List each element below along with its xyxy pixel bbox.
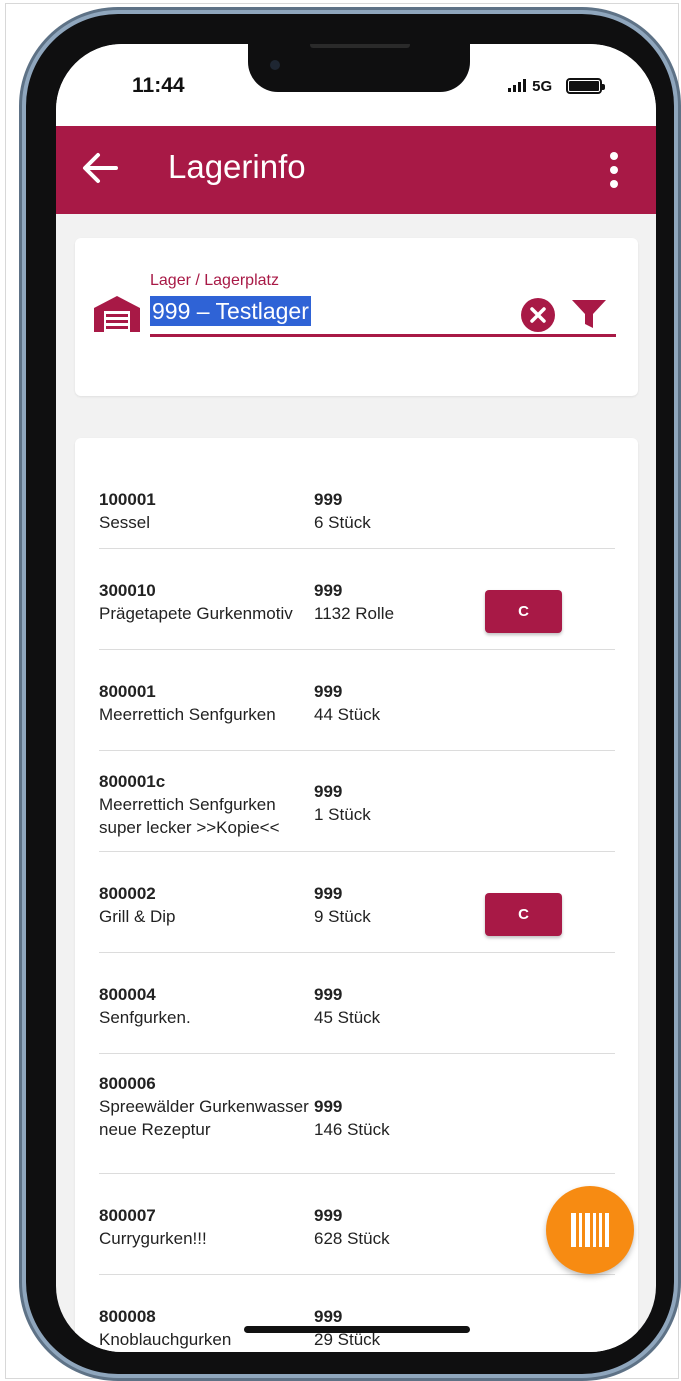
input-underline (150, 334, 616, 337)
storage-location: 999 (314, 884, 343, 903)
storage-location: 999 (314, 581, 343, 600)
stock-info: 999 146 Stück (314, 1095, 464, 1141)
item-info: 800001 Meerrettich Senfgurken (99, 680, 309, 726)
arrow-left-icon[interactable] (78, 146, 122, 190)
item-number: 800004 (99, 985, 156, 1004)
stock-info: 999 45 Stück (314, 983, 464, 1029)
warehouse-icon (94, 296, 140, 332)
stock-quantity: 1132 Rolle (314, 604, 395, 623)
barcode-icon (571, 1213, 609, 1247)
stock-info: 999 1132 Rolle (314, 579, 464, 625)
signal-icon (508, 79, 526, 92)
item-info: 800002 Grill & Dip (99, 882, 309, 928)
app-bar: Lagerinfo (56, 126, 656, 214)
network-type: 5G (532, 78, 553, 95)
stock-quantity: 44 Stück (314, 705, 381, 724)
stock-info: 999 44 Stück (314, 680, 464, 726)
stock-info: 999 1 Stück (314, 780, 464, 826)
item-description: Grill & Dip (99, 907, 176, 926)
item-description: Meerrettich Senfgurken (99, 705, 276, 724)
search-card: Lager / Lagerplatz 999 – Testlager (75, 238, 638, 396)
item-description: Senfgurken. (99, 1008, 191, 1027)
stock-info: 999 628 Stück (314, 1204, 464, 1250)
storage-location: 999 (314, 782, 343, 801)
item-description: Currygurken!!! (99, 1229, 207, 1248)
page-title: Lagerinfo (168, 148, 306, 185)
item-number: 800001 (99, 682, 156, 701)
field-label: Lager / Lagerplatz (150, 272, 279, 289)
signal-indicator: 5G (508, 78, 552, 95)
filter-icon[interactable] (571, 298, 607, 330)
c-button[interactable]: C (485, 590, 562, 633)
storage-location: 999 (314, 985, 343, 1004)
clear-icon[interactable] (521, 298, 555, 332)
storage-location: 999 (314, 490, 343, 509)
stock-quantity: 9 Stück (314, 907, 371, 926)
stock-info: 999 6 Stück (314, 488, 464, 534)
list-item[interactable]: 800006 Spreewälder Gurkenwasser neue Reze… (99, 1054, 615, 1174)
item-description: Spreewälder Gurkenwasser neue Rezeptur (99, 1097, 309, 1139)
home-indicator (244, 1326, 470, 1333)
stock-quantity: 6 Stück (314, 513, 371, 532)
item-info: 800006 Spreewälder Gurkenwasser neue Reze… (99, 1072, 309, 1141)
list-item[interactable]: 800001 Meerrettich Senfgurken 999 44 Stück (99, 650, 615, 751)
stock-quantity: 45 Stück (314, 1008, 381, 1027)
item-info: 100001 Sessel (99, 488, 309, 534)
item-description: Sessel (99, 513, 151, 532)
item-number: 800006 (99, 1074, 156, 1093)
item-info: 800004 Senfgurken. (99, 983, 309, 1029)
item-number: 800008 (99, 1307, 156, 1326)
item-number: 100001 (99, 490, 156, 509)
list-item[interactable]: 300010 Prägetapete Gurkenmotiv 999 1132 Rol… (99, 549, 615, 650)
item-number: 800007 (99, 1206, 156, 1225)
list-item[interactable]: 800001c Meerrettich Senfgurken super leck… (99, 751, 615, 852)
item-description: Meerrettich Senfgurken super lecker >>Ko… (99, 795, 280, 837)
storage-location: 999 (314, 1097, 343, 1116)
camera (270, 60, 280, 70)
storage-location: 999 (314, 1307, 343, 1326)
item-info: 300010 Prägetapete Gurkenmotiv (99, 579, 309, 625)
list-item[interactable]: 100001 Sessel 999 6 Stück (99, 448, 615, 549)
stock-info: 999 9 Stück (314, 882, 464, 928)
item-number: 300010 (99, 581, 156, 600)
scan-button[interactable] (546, 1186, 634, 1274)
item-number: 800002 (99, 884, 156, 903)
more-vertical-icon[interactable] (604, 148, 624, 192)
c-button[interactable]: C (485, 893, 562, 936)
list-item[interactable]: 800008 Knoblauchgurken 999 29 Stück (99, 1275, 615, 1352)
stock-quantity: 146 Stück (314, 1120, 390, 1139)
item-number: 800001c (99, 772, 166, 791)
battery-icon (566, 78, 605, 94)
list-item[interactable]: 800007 Currygurken!!! 999 628 Stück (99, 1174, 615, 1275)
list-item[interactable]: 800004 Senfgurken. 999 45 Stück (99, 953, 615, 1054)
storage-location: 999 (314, 682, 343, 701)
item-info: 800007 Currygurken!!! (99, 1204, 309, 1250)
stock-quantity: 1 Stück (314, 805, 371, 824)
list-item[interactable]: 800002 Grill & Dip 999 9 Stück C (99, 852, 615, 953)
item-description: Prägetapete Gurkenmotiv (99, 604, 293, 623)
phone-screen: 11:44 5G Lagerinfo Lager / Lagerplatz 99… (56, 44, 656, 1352)
storage-location: 999 (314, 1206, 343, 1225)
item-info: 800001c Meerrettich Senfgurken super leck… (99, 770, 309, 839)
search-input[interactable]: 999 – Testlager (150, 296, 311, 326)
stock-quantity: 628 Stück (314, 1229, 390, 1248)
status-time: 11:44 (132, 74, 185, 97)
notch (248, 44, 470, 92)
